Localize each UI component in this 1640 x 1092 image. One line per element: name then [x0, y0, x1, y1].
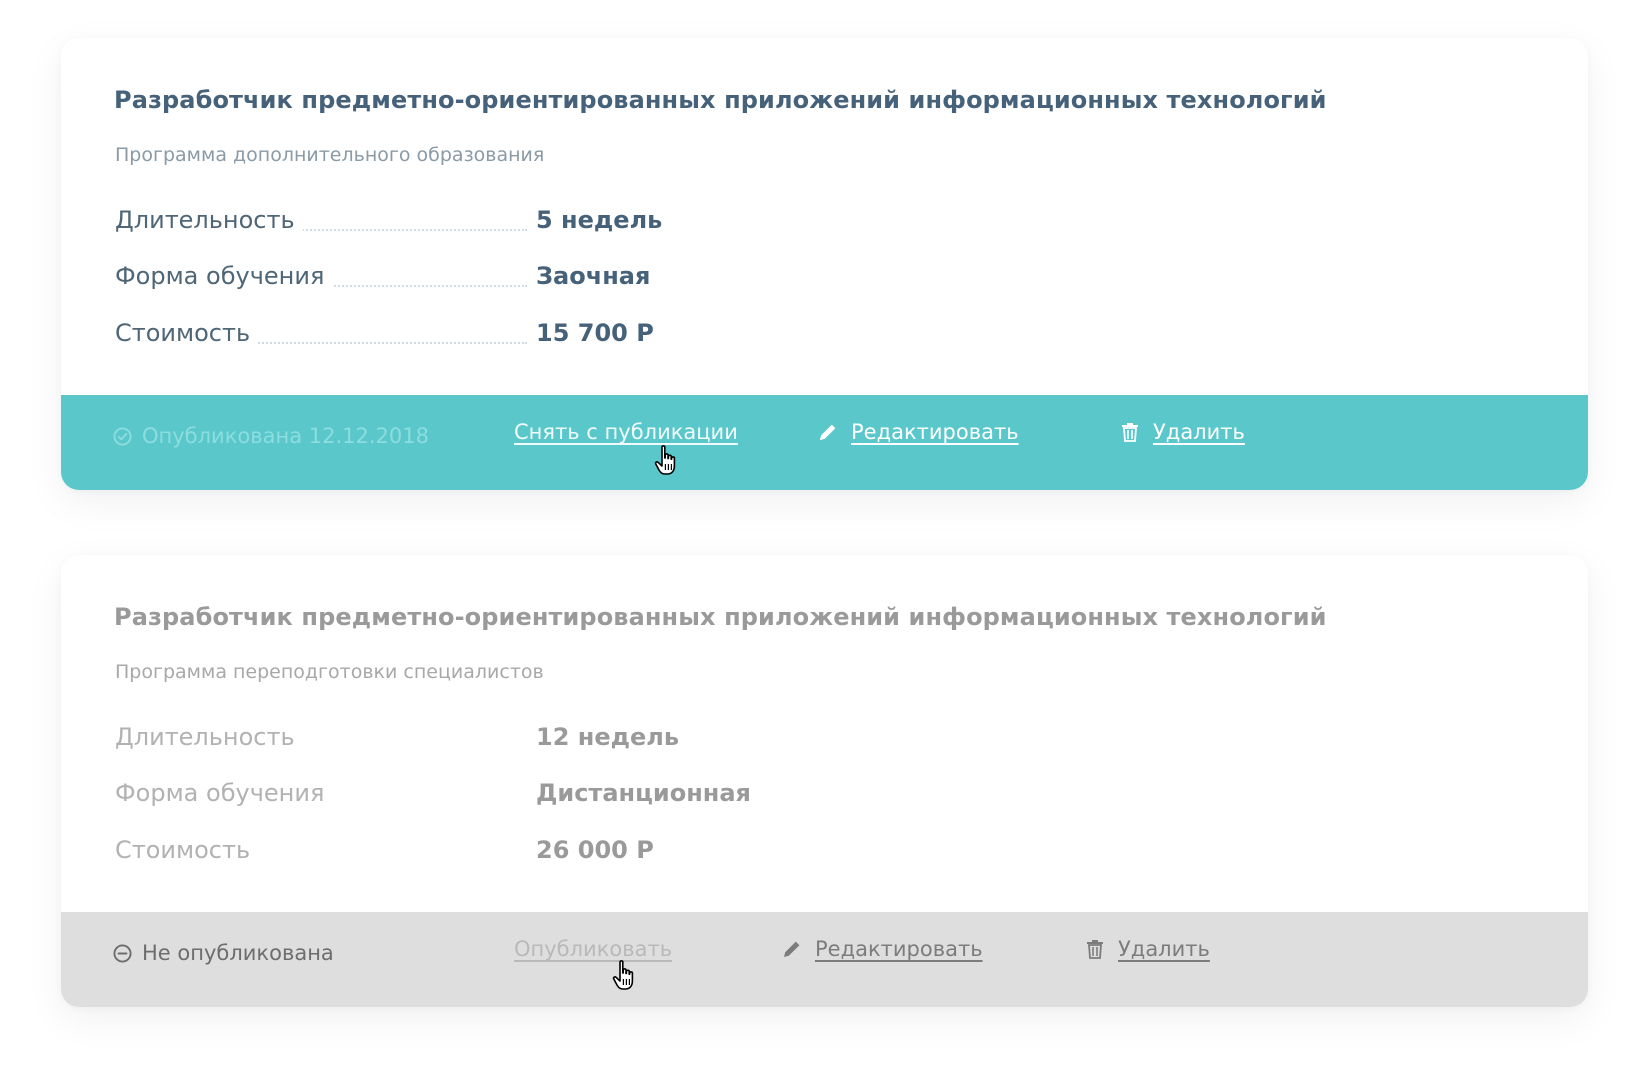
trash-icon	[1084, 938, 1106, 960]
delete-label: Удалить	[1153, 420, 1245, 444]
status-text: Не опубликована	[142, 941, 334, 965]
hand-pointer-icon	[611, 959, 641, 993]
duration-label: Длительность	[115, 206, 303, 234]
price-value: 15 700 Р	[536, 319, 654, 347]
pencil-icon	[781, 938, 803, 960]
detail-row-duration: Длительность 5 недель	[115, 206, 675, 238]
pencil-icon	[817, 421, 839, 443]
edit-link[interactable]: Редактировать	[781, 937, 983, 961]
program-card-unpublished: Разработчик предметно-ориентированных пр…	[61, 555, 1588, 1007]
detail-row-price: Стоимость 15 700 Р	[115, 319, 675, 351]
publish-link[interactable]: Опубликовать	[514, 937, 672, 961]
delete-label: Удалить	[1118, 937, 1210, 961]
price-value: 26 000 Р	[536, 836, 654, 864]
card-body: Разработчик предметно-ориентированных пр…	[61, 38, 1588, 395]
card-action-bar: Опубликована 12.12.2018 Снять с публикац…	[61, 395, 1588, 490]
price-label: Стоимость	[115, 836, 259, 864]
edit-link[interactable]: Редактировать	[817, 420, 1019, 444]
trash-icon	[1119, 421, 1141, 443]
study-form-value: Заочная	[536, 262, 651, 290]
card-body: Разработчик предметно-ориентированных пр…	[61, 555, 1588, 912]
unpublish-link[interactable]: Снять с публикации	[514, 420, 738, 444]
program-type: Программа переподготовки специалистов	[115, 661, 544, 683]
duration-value: 5 недель	[536, 206, 663, 234]
status-text: Опубликована 12.12.2018	[142, 424, 429, 448]
program-title: Разработчик предметно-ориентированных пр…	[114, 603, 1327, 631]
detail-row-study-form: Форма обучения Заочная	[115, 262, 675, 294]
price-label: Стоимость	[115, 319, 259, 347]
edit-label: Редактировать	[815, 937, 983, 961]
delete-link[interactable]: Удалить	[1119, 420, 1245, 444]
duration-value: 12 недель	[536, 723, 680, 751]
program-card-published: Разработчик предметно-ориентированных пр…	[61, 38, 1588, 490]
publication-status: Опубликована 12.12.2018	[113, 424, 429, 448]
study-form-label: Форма обучения	[115, 262, 333, 290]
study-form-label: Форма обучения	[115, 779, 333, 807]
hand-pointer-icon	[653, 444, 683, 478]
card-action-bar: Не опубликована Опубликовать Редактирова…	[61, 912, 1588, 1007]
check-circle-icon	[113, 426, 132, 446]
program-type: Программа дополнительного образования	[115, 144, 545, 166]
edit-label: Редактировать	[851, 420, 1019, 444]
publication-status: Не опубликована	[113, 941, 334, 965]
study-form-value: Дистанционная	[536, 779, 751, 807]
program-title: Разработчик предметно-ориентированных пр…	[114, 86, 1327, 114]
duration-label: Длительность	[115, 723, 303, 751]
minus-circle-icon	[113, 943, 132, 963]
detail-row-price: Стоимость 26 000 Р	[115, 836, 675, 868]
detail-row-duration: Длительность 12 недель	[115, 723, 679, 755]
detail-row-study-form: Форма обучения Дистанционная	[115, 779, 751, 811]
delete-link[interactable]: Удалить	[1084, 937, 1210, 961]
